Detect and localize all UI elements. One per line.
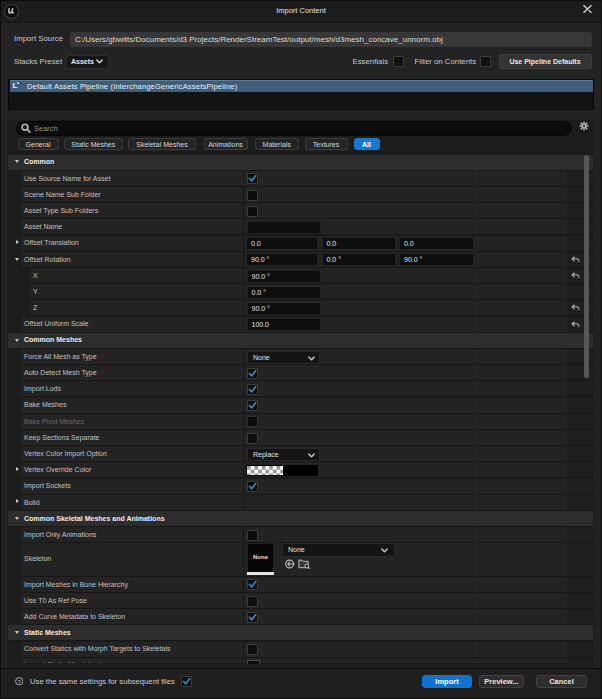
svg-text:?: ?: [17, 679, 21, 685]
